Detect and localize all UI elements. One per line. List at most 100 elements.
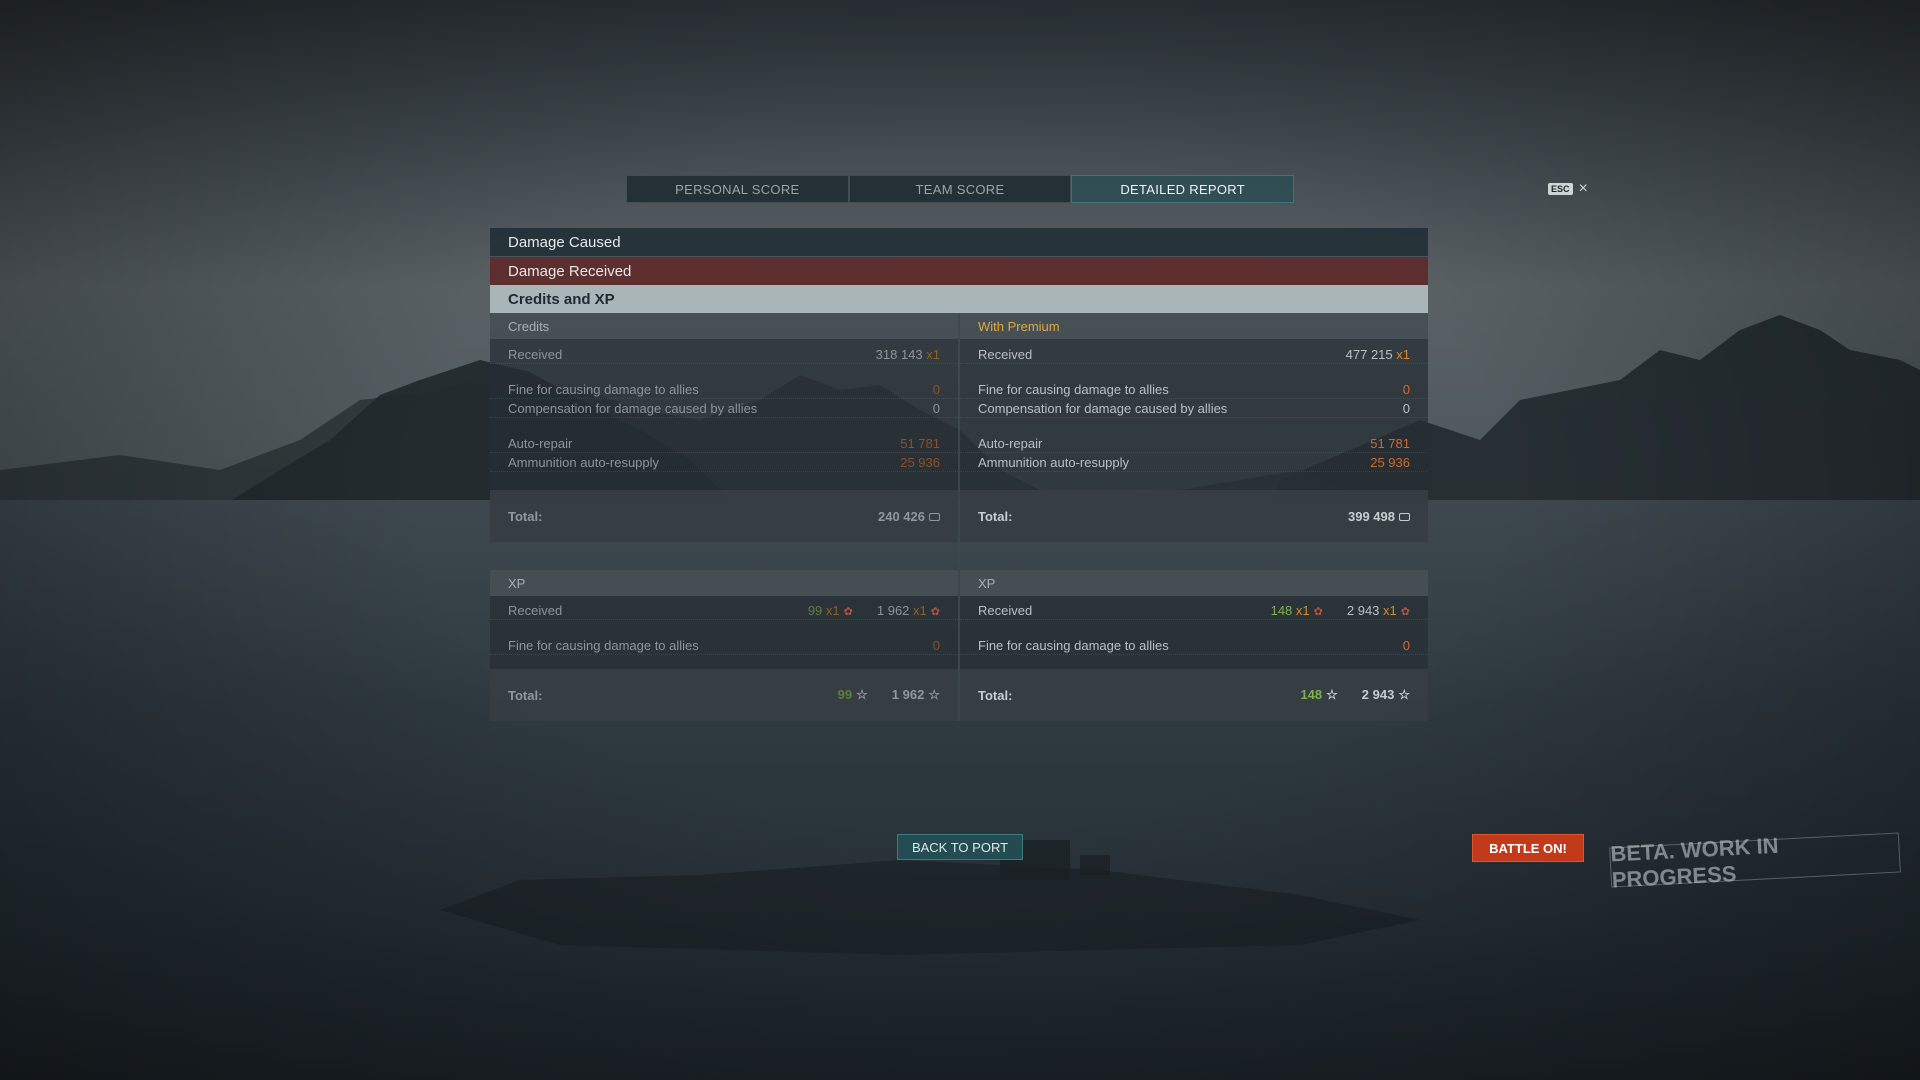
row-value: 0	[1402, 637, 1410, 653]
multiplier: x1	[926, 346, 940, 362]
credits-block: Credits Received 318 143 x1 Fine for cau…	[490, 313, 958, 542]
credits-received-row: Received 318 143 x1	[490, 345, 958, 364]
row-value: 0	[932, 400, 940, 416]
total-label: Total:	[978, 508, 1013, 524]
multiplier: x1	[1383, 602, 1397, 618]
section-credits-xp[interactable]: Credits and XP	[490, 285, 1428, 313]
resupply-row: Ammunition auto-resupply 25 936	[960, 453, 1428, 472]
multiplier: x1	[825, 602, 840, 618]
xp-received-row: Received 148 x1 ✿ 2 943 x1 ✿	[960, 601, 1428, 620]
credits-xp-grid: Credits Received 318 143 x1 Fine for cau…	[490, 313, 1428, 721]
credits-block: With Premium Received 477 215 x1 Fine fo…	[960, 313, 1428, 542]
detailed-report-panel: Damage Caused Damage Received Credits an…	[490, 228, 1428, 721]
row-label: Received	[508, 346, 563, 362]
xp-fine-row: Fine for causing damage to allies 0	[490, 636, 958, 655]
xp-header: XP	[960, 570, 1428, 596]
wreath-icon: ✿	[843, 605, 853, 618]
back-to-port-button[interactable]: BACK TO PORT	[897, 834, 1023, 860]
battle-on-button[interactable]: BATTLE ON!	[1472, 834, 1584, 862]
row-value: 0	[932, 637, 940, 653]
row-label: Fine for causing damage to allies	[508, 381, 699, 397]
tab-detailed-report[interactable]: DETAILED REPORT	[1071, 175, 1295, 203]
row-label: Received	[978, 602, 1033, 618]
row-value: 0	[1402, 400, 1410, 416]
row-value: 0	[932, 381, 940, 397]
multiplier: x1	[913, 602, 927, 618]
credits-icon	[1399, 513, 1410, 522]
compensation-row: Compensation for damage caused by allies…	[490, 399, 958, 418]
row-label: Compensation for damage caused by allies	[508, 400, 758, 416]
auto-repair-row: Auto-repair 51 781	[490, 434, 958, 453]
tab-personal-score[interactable]: PERSONAL SCORE	[626, 175, 849, 203]
total-ship-xp: 148	[1300, 687, 1323, 702]
star-icon: ☆	[1398, 687, 1410, 702]
total-label: Total:	[508, 687, 543, 703]
row-label: Fine for causing damage to allies	[508, 637, 699, 653]
credits-total-row: Total: 240 426	[490, 490, 958, 542]
esc-key-badge: ESC	[1548, 183, 1573, 195]
premium-credits-header: With Premium	[960, 313, 1428, 339]
free-xp-value: 1 962	[876, 602, 910, 618]
total-free-xp: 1 962	[891, 687, 925, 702]
multiplier: x1	[1295, 602, 1310, 618]
row-value: 477 215	[1345, 346, 1393, 362]
free-xp-value: 2 943	[1346, 602, 1380, 618]
credits-total-row: Total: 399 498	[960, 490, 1428, 542]
row-label: Compensation for damage caused by allies	[978, 400, 1228, 416]
xp-total-row: Total: 148 ☆ 2 943 ☆	[960, 669, 1428, 721]
compensation-row: Compensation for damage caused by allies…	[960, 399, 1428, 418]
section-title: Credits and XP	[508, 290, 615, 308]
base-column: Credits Received 318 143 x1 Fine for cau…	[490, 313, 960, 721]
row-value: 25 936	[900, 454, 940, 470]
row-label: Ammunition auto-resupply	[508, 454, 660, 470]
xp-block: XP Received 148 x1 ✿ 2 943 x1 ✿ Fine for c…	[960, 570, 1428, 721]
row-label: Ammunition auto-resupply	[978, 454, 1130, 470]
xp-received-row: Received 99 x1 ✿ 1 962 x1 ✿	[490, 601, 958, 620]
credits-icon	[929, 513, 940, 522]
wreath-icon: ✿	[1313, 605, 1323, 618]
row-value: 0	[1402, 381, 1410, 397]
esc-close[interactable]: ESC ×	[1548, 180, 1588, 198]
star-icon: ☆	[1326, 687, 1338, 702]
row-value: 51 781	[900, 435, 940, 451]
fine-row: Fine for causing damage to allies 0	[490, 380, 958, 399]
ship-xp-value: 148	[1270, 602, 1293, 618]
total-value: 399 498	[1348, 508, 1395, 524]
xp-header: XP	[490, 570, 958, 596]
resupply-row: Ammunition auto-resupply 25 936	[490, 453, 958, 472]
total-free-xp: 2 943	[1361, 687, 1395, 702]
xp-block: XP Received 99 x1 ✿ 1 962 x1 ✿ Fine for ca…	[490, 570, 958, 721]
row-label: Received	[508, 602, 563, 618]
xp-fine-row: Fine for causing damage to allies 0	[960, 636, 1428, 655]
close-icon[interactable]: ×	[1579, 180, 1588, 198]
multiplier: x1	[1396, 346, 1410, 362]
total-ship-xp: 99	[837, 687, 853, 702]
wreath-icon: ✿	[930, 605, 940, 618]
premium-column: With Premium Received 477 215 x1 Fine fo…	[960, 313, 1428, 721]
auto-repair-row: Auto-repair 51 781	[960, 434, 1428, 453]
ship-xp-value: 99	[807, 602, 823, 618]
credits-received-row: Received 477 215 x1	[960, 345, 1428, 364]
tab-team-score[interactable]: TEAM SCORE	[848, 175, 1072, 203]
row-label: Auto-repair	[978, 435, 1043, 451]
row-label: Auto-repair	[508, 435, 573, 451]
section-damage-caused[interactable]: Damage Caused	[490, 228, 1428, 257]
total-label: Total:	[978, 687, 1013, 703]
row-label: Fine for causing damage to allies	[978, 381, 1169, 397]
section-damage-received[interactable]: Damage Received	[490, 257, 1428, 285]
fine-row: Fine for causing damage to allies 0	[960, 380, 1428, 399]
star-icon: ☆	[928, 687, 940, 702]
row-label: Received	[978, 346, 1033, 362]
wreath-icon: ✿	[1400, 605, 1410, 618]
total-label: Total:	[508, 508, 543, 524]
row-value: 25 936	[1370, 454, 1410, 470]
beta-watermark: BETA. WORK IN PROGRESS	[1609, 832, 1901, 893]
row-label: Fine for causing damage to allies	[978, 637, 1169, 653]
credits-header: Credits	[490, 313, 958, 339]
section-title: Damage Received	[508, 262, 632, 280]
total-value: 240 426	[878, 508, 925, 524]
row-value: 318 143	[875, 346, 923, 362]
xp-total-row: Total: 99 ☆ 1 962 ☆	[490, 669, 958, 721]
